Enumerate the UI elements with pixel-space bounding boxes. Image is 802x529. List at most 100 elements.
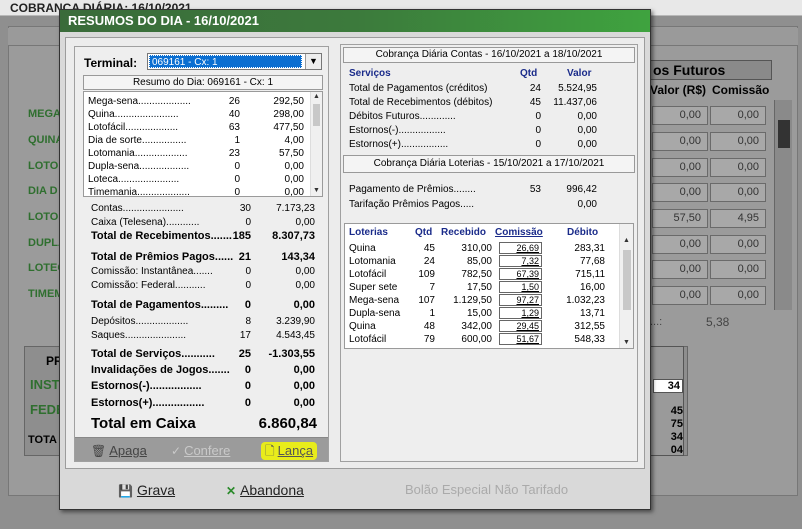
row-label: MEGA	[28, 108, 61, 120]
loterias-name: Tarifação Prêmios Pagos.....	[349, 199, 475, 210]
games-scrollbar[interactable]: ▲ ▼	[310, 92, 322, 196]
comissao-cell[interactable]: 0,00	[710, 235, 766, 254]
game-value: 0,00	[284, 187, 304, 197]
game-value: 4,00	[284, 135, 304, 146]
comissao-cell[interactable]: 0,00	[710, 158, 766, 177]
contas-value: 5.524,95	[558, 83, 597, 94]
lot-comissao[interactable]: 97,27	[499, 294, 542, 306]
dialog-body: Terminal: 069161 - Cx: 1 ▼ Resumo do Dia…	[65, 37, 645, 469]
scrollbar-thumb[interactable]	[313, 104, 320, 126]
valor-cell[interactable]: 0,00	[652, 183, 708, 202]
list-item[interactable]: Dia de sorte................ 1 4,00	[88, 135, 308, 147]
apaga-button[interactable]: 🗑 Apaga	[91, 442, 147, 460]
terminal-select-value[interactable]: 069161 - Cx: 1	[149, 55, 302, 68]
list-item[interactable]: Loteca...................... 0 0,00	[88, 174, 308, 186]
background-lower-right: 34 45 75 34 04	[650, 346, 684, 456]
valor-cell[interactable]: 0,00	[652, 260, 708, 279]
summary-row: Estornos(+)................. 0 0,00	[91, 397, 317, 410]
comissao-cell[interactable]: 0,00	[710, 286, 766, 305]
comissao-cell[interactable]: 0,00	[710, 260, 766, 279]
lower-right-value: 75	[670, 418, 683, 430]
list-item[interactable]: Lotomania................... 23 57,50	[88, 148, 308, 160]
lot-comissao[interactable]: 51,67	[499, 333, 542, 345]
lot-comissao[interactable]: 29,45	[499, 320, 542, 332]
lot-name: Quina	[349, 243, 376, 254]
valor-cell[interactable]: 0,00	[652, 132, 708, 151]
summary-value: 0,00	[293, 380, 315, 392]
list-item[interactable]: Dupla-sena.................. 0 0,00	[88, 161, 308, 173]
grava-button[interactable]: 💾 Grava	[118, 482, 175, 498]
loterias-name: Pagamento de Prêmios........	[349, 184, 476, 195]
lot-debito: 77,68	[579, 256, 605, 267]
valor-cell[interactable]: 57,50	[652, 209, 708, 228]
summary-actions: 🗑 Apaga ✓ Confere 🗋 Lança	[75, 437, 328, 461]
loterias-scrollbar[interactable]: ▲ ▼	[619, 224, 633, 348]
summary-value: 3.239,90	[276, 316, 315, 327]
list-item[interactable]: Timemania................... 0 0,00	[88, 187, 308, 197]
valor-cell[interactable]: 0,00	[652, 106, 708, 125]
terminal-select[interactable]: 069161 - Cx: 1 ▼	[147, 53, 322, 70]
summary-qty: 30	[239, 203, 251, 214]
valor-cell[interactable]: 0,00	[652, 286, 708, 305]
scrollbar-thumb[interactable]	[623, 250, 631, 310]
lot-comissao[interactable]: 1,50	[499, 281, 542, 293]
summary-name: Contas......................	[91, 203, 184, 214]
lot-comissao[interactable]: 7,32	[499, 255, 542, 267]
games-list[interactable]: Mega-sena................... 26 292,50 Qui…	[83, 91, 323, 197]
scroll-down-icon[interactable]: ▼	[620, 338, 633, 348]
summary-name: Total de Pagamentos.........	[91, 299, 229, 311]
lot-name: Mega-sena	[349, 295, 400, 306]
scrollbar-thumb[interactable]	[778, 120, 790, 148]
chevron-down-icon[interactable]: ▼	[305, 54, 321, 69]
lower-right-value[interactable]: 34	[653, 379, 683, 393]
lot-comissao[interactable]: 67,39	[499, 268, 542, 280]
contas-row: Débitos Futuros............. 0 0,00	[349, 110, 599, 123]
table-row[interactable]: Lotomania 24 85,00 7,32 77,68	[349, 255, 617, 268]
game-qty: 26	[228, 96, 240, 107]
comissao-cell[interactable]: 4,95	[710, 209, 766, 228]
scroll-down-icon[interactable]: ▼	[311, 186, 322, 196]
valor-cell[interactable]: 0,00	[652, 158, 708, 177]
loterias-table[interactable]: Loterias Qtd Recebido Comissão Débito Qu…	[344, 223, 634, 349]
lot-name: Dupla-sena	[349, 308, 401, 319]
comissao-cell[interactable]: 0,00	[710, 132, 766, 151]
list-item[interactable]: Lotofácil................... 63 477,50	[88, 122, 308, 134]
lot-qty: 79	[423, 334, 435, 345]
background-scrollbar[interactable]	[774, 100, 792, 310]
table-row[interactable]: Quina 45 310,00 26,69 283,31	[349, 242, 617, 255]
comissao-cell[interactable]: 0,00	[710, 106, 766, 125]
lot-comissao[interactable]: 26,69	[499, 242, 542, 254]
lanca-button[interactable]: 🗋 Lança	[261, 442, 318, 460]
abandona-button[interactable]: ✕ Abandona	[226, 482, 304, 498]
summary-name: Saques......................	[91, 330, 187, 341]
lot-comissao[interactable]: 1,29	[499, 307, 542, 319]
table-row[interactable]: Super sete 7 17,50 1,50 16,00	[349, 281, 617, 294]
table-row[interactable]: Mega-sena 107 1.129,50 97,27 1.032,23	[349, 294, 617, 307]
table-row[interactable]: Quina 48 342,00 29,45 312,55	[349, 320, 617, 333]
lot-qty: 107	[418, 295, 435, 306]
contas-qty: 0	[535, 125, 541, 136]
summary-row: Caixa (Telesena)............ 0 0,00	[91, 216, 317, 229]
lot-qty: 7	[429, 282, 435, 293]
loterias-col-comissao[interactable]: Comissão	[495, 227, 543, 238]
list-item[interactable]: Mega-sena................... 26 292,50	[88, 96, 308, 108]
table-row[interactable]: Lotofácil 109 782,50 67,39 715,11	[349, 268, 617, 281]
confere-button[interactable]: ✓ Confere	[171, 442, 230, 460]
lot-qty: 24	[423, 256, 435, 267]
contas-qty: 0	[535, 111, 541, 122]
bolao-especial-button[interactable]: Bolão Especial Não Tarifado	[405, 482, 568, 497]
list-item[interactable]: Quina....................... 40 298,00	[88, 109, 308, 121]
summary-name: Invalidações de Jogos.......	[91, 364, 230, 376]
comissao-cell[interactable]: 0,00	[710, 183, 766, 202]
summary-qty: 8	[245, 316, 251, 327]
scroll-up-icon[interactable]: ▲	[620, 236, 633, 246]
table-row[interactable]: Dupla-sena 1 15,00 1,29 13,71	[349, 307, 617, 320]
summary-row: Depósitos................... 8 3.239,90	[91, 315, 317, 328]
scroll-up-icon[interactable]: ▲	[311, 92, 322, 102]
loterias-row: Pagamento de Prêmios........ 53 996,42	[349, 183, 599, 196]
lot-recebido: 342,00	[461, 321, 492, 332]
contas-row: Total de Recebimentos (débitos) 45 11.437,…	[349, 96, 599, 109]
table-row[interactable]: Lotofácil 79 600,00 51,67 548,33	[349, 333, 617, 346]
summary-row: Invalidações de Jogos....... 0 0,00	[91, 364, 317, 377]
valor-cell[interactable]: 0,00	[652, 235, 708, 254]
